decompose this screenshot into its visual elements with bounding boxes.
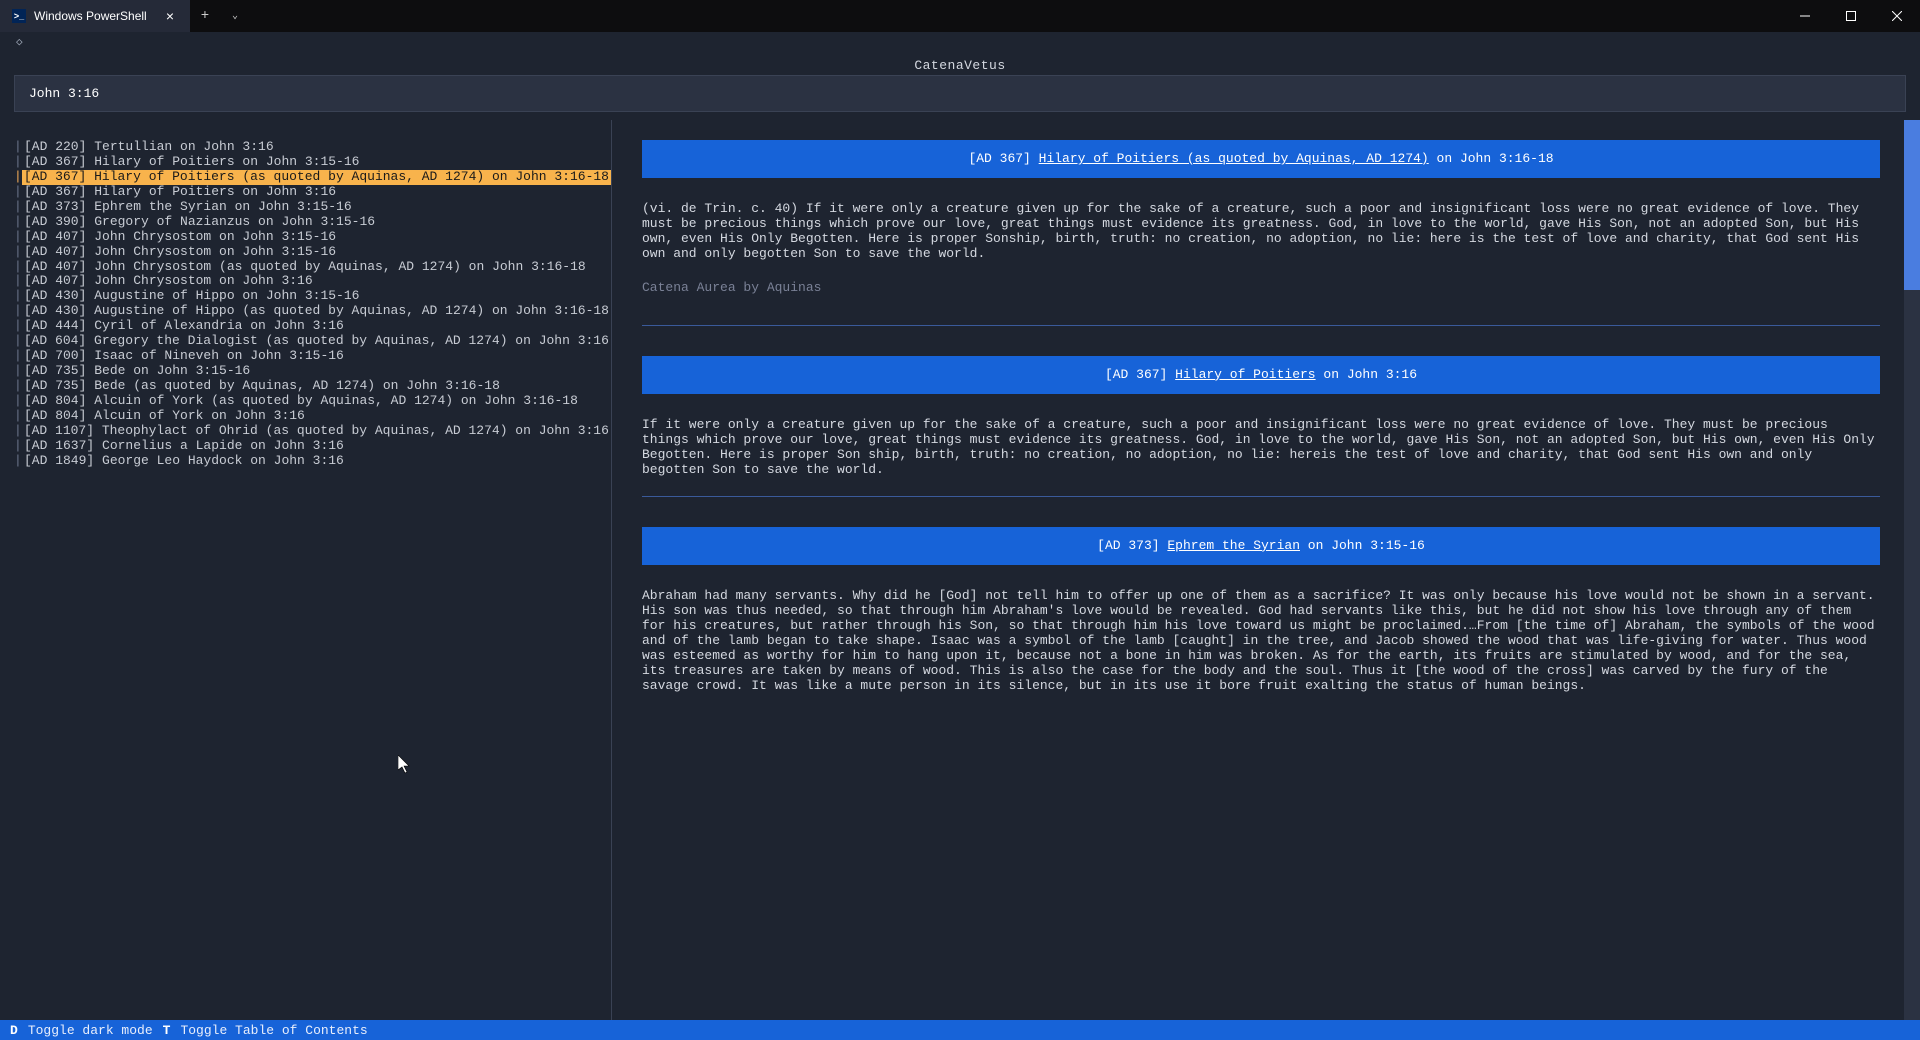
toc-item[interactable]: |[AD 1637] Cornelius a Lapide on John 3:… xyxy=(14,439,611,454)
entry-body: (vi. de Trin. c. 40) If it were only a c… xyxy=(642,202,1880,262)
toc-item[interactable]: |[AD 1849] George Leo Haydock on John 3:… xyxy=(14,454,611,469)
tab-title: Windows PowerShell xyxy=(34,9,147,23)
entry-author-link[interactable]: Hilary of Poitiers xyxy=(1175,367,1315,382)
toc-item[interactable]: |[AD 700] Isaac of Nineveh on John 3:15-… xyxy=(14,349,611,364)
entry-header: [AD 367] Hilary of Poitiers (as quoted b… xyxy=(642,140,1880,178)
main-area: |[AD 220] Tertullian on John 3:16|[AD 36… xyxy=(0,120,1920,1020)
toc-item[interactable]: |[AD 735] Bede on John 3:15-16 xyxy=(14,364,611,379)
hotkey-d-label[interactable]: Toggle dark mode xyxy=(28,1023,153,1038)
secondary-bar: ◇ xyxy=(0,32,1920,52)
toc-item[interactable]: |[AD 373] Ephrem the Syrian on John 3:15… xyxy=(14,200,611,215)
toc-item[interactable]: |[AD 430] Augustine of Hippo (as quoted … xyxy=(14,304,611,319)
scrollbar-thumb[interactable] xyxy=(1904,120,1920,290)
new-tab-button[interactable]: + xyxy=(190,8,220,24)
hotkey-t: T xyxy=(163,1023,171,1038)
toc-item[interactable]: |[AD 220] Tertullian on John 3:16 xyxy=(14,140,611,155)
toc-item[interactable]: |[AD 1107] Theophylact of Ohrid (as quot… xyxy=(14,424,611,439)
entry-header: [AD 367] Hilary of Poitiers on John 3:16 xyxy=(642,356,1880,394)
entry-author-link[interactable]: Hilary of Poitiers (as quoted by Aquinas… xyxy=(1039,151,1429,166)
maximize-button[interactable] xyxy=(1828,0,1874,32)
search-input[interactable] xyxy=(14,75,1906,112)
window-controls xyxy=(1782,0,1920,32)
toc-item[interactable]: |[AD 390] Gregory of Nazianzus on John 3… xyxy=(14,215,611,230)
content-pane[interactable]: [AD 367] Hilary of Poitiers (as quoted b… xyxy=(612,120,1920,1020)
hotkey-t-label[interactable]: Toggle Table of Contents xyxy=(180,1023,367,1038)
entry-separator xyxy=(642,496,1880,497)
hotkey-d: D xyxy=(10,1023,18,1038)
close-tab-icon[interactable]: × xyxy=(162,8,178,24)
toc-item[interactable]: |[AD 604] Gregory the Dialogist (as quot… xyxy=(14,334,611,349)
toc-item[interactable]: |[AD 407] John Chrysostom (as quoted by … xyxy=(14,260,611,275)
toc-item[interactable]: |[AD 407] John Chrysostom on John 3:16 xyxy=(14,274,611,289)
toc-item[interactable]: |[AD 430] Augustine of Hippo on John 3:1… xyxy=(14,289,611,304)
entry-source: Catena Aurea by Aquinas xyxy=(642,280,1880,295)
toc-item[interactable]: |[AD 407] John Chrysostom on John 3:15-1… xyxy=(14,230,611,245)
app-title: CatenaVetus xyxy=(0,52,1920,75)
toc-item[interactable]: |[AD 804] Alcuin of York (as quoted by A… xyxy=(14,394,611,409)
entry-author-link[interactable]: Ephrem the Syrian xyxy=(1167,538,1300,553)
scrollbar-track[interactable] xyxy=(1904,120,1920,1020)
toc-item[interactable]: |[AD 367] Hilary of Poitiers (as quoted … xyxy=(14,170,611,185)
entry-header: [AD 373] Ephrem the Syrian on John 3:15-… xyxy=(642,527,1880,565)
toc-item[interactable]: |[AD 407] John Chrysostom on John 3:15-1… xyxy=(14,245,611,260)
window-titlebar: >_ Windows PowerShell × + ⌄ xyxy=(0,0,1920,32)
diamond-icon: ◇ xyxy=(16,35,23,49)
toc-item[interactable]: |[AD 367] Hilary of Poitiers on John 3:1… xyxy=(14,185,611,200)
entry-body: If it were only a creature given up for … xyxy=(642,418,1880,478)
toc-item[interactable]: |[AD 804] Alcuin of York on John 3:16 xyxy=(14,409,611,424)
table-of-contents[interactable]: |[AD 220] Tertullian on John 3:16|[AD 36… xyxy=(0,120,612,1020)
terminal-tab[interactable]: >_ Windows PowerShell × xyxy=(0,0,190,32)
minimize-button[interactable] xyxy=(1782,0,1828,32)
tab-dropdown-icon[interactable]: ⌄ xyxy=(220,10,250,22)
titlebar-left: >_ Windows PowerShell × + ⌄ xyxy=(0,0,250,32)
toc-item[interactable]: |[AD 444] Cyril of Alexandria on John 3:… xyxy=(14,319,611,334)
footer-bar: D Toggle dark mode T Toggle Table of Con… xyxy=(0,1020,1920,1040)
powershell-icon: >_ xyxy=(12,9,26,23)
toc-item[interactable]: |[AD 367] Hilary of Poitiers on John 3:1… xyxy=(14,155,611,170)
entry-separator xyxy=(642,325,1880,326)
toc-item[interactable]: |[AD 735] Bede (as quoted by Aquinas, AD… xyxy=(14,379,611,394)
entry-body: Abraham had many servants. Why did he [G… xyxy=(642,589,1880,694)
close-window-button[interactable] xyxy=(1874,0,1920,32)
